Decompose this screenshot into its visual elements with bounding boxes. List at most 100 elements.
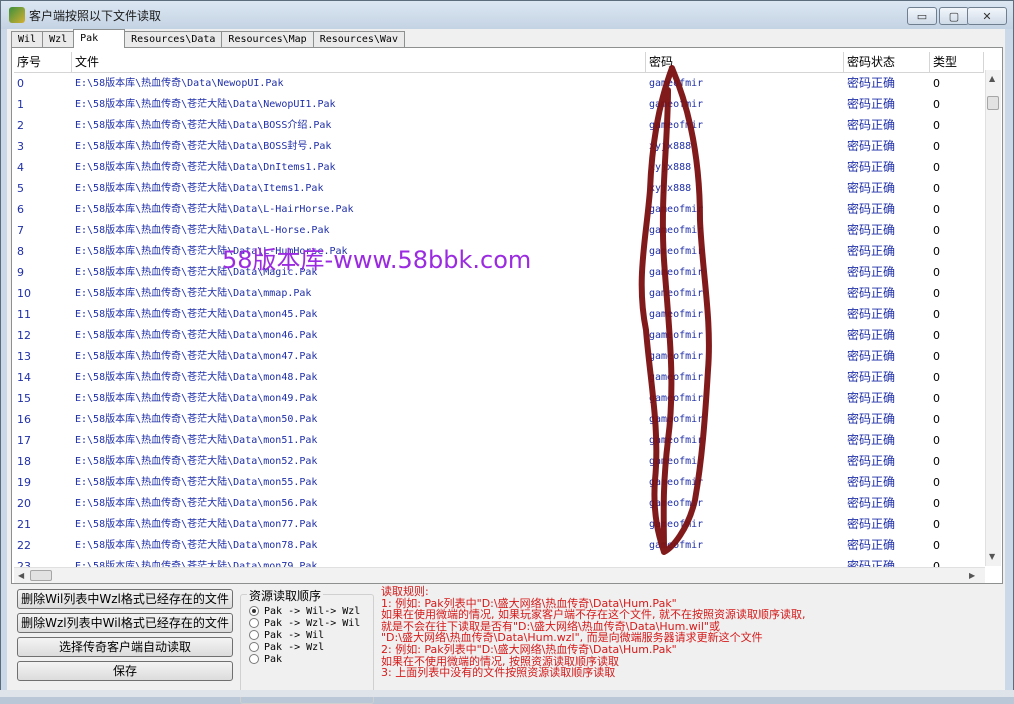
row-index: 7 (17, 224, 24, 237)
table-row[interactable]: 21 E:\58版本库\热血传奇\苍茫大陆\Data\mon77.Pak gameo… (14, 514, 984, 535)
table-row[interactable]: 4 E:\58版本库\热血传奇\苍茫大陆\Data\DnItems1.Pak xyj… (14, 157, 984, 178)
password-status-cell: 密码正确 (847, 517, 896, 531)
table-row[interactable]: 15 E:\58版本库\热血传奇\苍茫大陆\Data\mon49.Pak gameo… (14, 388, 984, 409)
file-path-cell: E:\58版本库\热血传奇\苍茫大陆\Data\mon51.Pak (75, 435, 318, 446)
horizontal-scroll-thumb[interactable] (30, 570, 52, 581)
table-row[interactable]: 16 E:\58版本库\热血传奇\苍茫大陆\Data\mon50.Pak gameo… (14, 409, 984, 430)
table-row[interactable]: 1 E:\58版本库\热血传奇\苍茫大陆\Data\NewopUI1.Pak gam… (14, 94, 984, 115)
read-order-option[interactable]: Pak -> Wil-> Wzl (249, 605, 360, 617)
file-path-cell: E:\58版本库\热血传奇\苍茫大陆\Data\BOSS介绍.Pak (75, 120, 332, 131)
password-cell: gameofmir (649, 204, 704, 215)
column-header[interactable]: 类型 (930, 52, 984, 72)
password-cell: gameofmir (649, 120, 704, 131)
tab-wzl[interactable]: Wzl (42, 31, 75, 47)
scroll-up-icon[interactable]: ▲ (989, 74, 995, 84)
save-button[interactable]: 保存 (17, 661, 233, 681)
table-row[interactable]: 22 E:\58版本库\热血传奇\苍茫大陆\Data\mon78.Pak gameo… (14, 535, 984, 556)
delete-wil-duplicates-button[interactable]: 删除Wil列表中Wzl格式已经存在的文件 (17, 589, 233, 609)
password-cell: gameofmir (649, 519, 704, 530)
table-row[interactable]: 11 E:\58版本库\热血传奇\苍茫大陆\Data\mon45.Pak gameo… (14, 304, 984, 325)
auto-read-client-button[interactable]: 选择传奇客户端自动读取 (17, 637, 233, 657)
vertical-scroll-thumb[interactable] (987, 96, 999, 110)
table-row[interactable]: 12 E:\58版本库\热血传奇\苍茫大陆\Data\mon46.Pak gameo… (14, 325, 984, 346)
read-order-option-label: Pak -> Wil-> Wzl (264, 605, 361, 617)
table-row[interactable]: 14 E:\58版本库\热血传奇\苍茫大陆\Data\mon48.Pak gameo… (14, 367, 984, 388)
read-order-title: 资源读取顺序 (247, 587, 324, 604)
file-path-cell: E:\58版本库\热血传奇\苍茫大陆\Data\mmap.Pak (75, 288, 312, 299)
password-status-cell: 密码正确 (847, 538, 896, 552)
password-status-cell: 密码正确 (847, 181, 896, 195)
maximize-button[interactable]: ▢ (939, 7, 969, 25)
table-row[interactable]: 0 E:\58版本库\热血传奇\Data\NewopUI.Pak gameofmir… (14, 73, 984, 94)
type-cell: 0 (933, 140, 940, 153)
tab-resources-map[interactable]: Resources\Map (221, 31, 314, 47)
note-line: 3: 上面列表中没有的文件按照资源读取顺序读取 (381, 666, 616, 680)
pak-file-list-panel: 序号 文件 密码 密码状态 类型 0 E:\58版本库\热血传奇\Data\NewopUI… (11, 47, 1003, 584)
read-order-option[interactable]: Pak -> Wzl (249, 641, 324, 653)
tab-resources-data[interactable]: Resources\Data (124, 31, 223, 47)
password-cell: gameofmir (649, 456, 704, 467)
radio-button[interactable] (249, 642, 259, 652)
file-path-cell: E:\58版本库\热血传奇\苍茫大陆\Data\L-HairHorse.Pak (75, 204, 354, 215)
table-row[interactable]: 19 E:\58版本库\热血传奇\苍茫大陆\Data\mon55.Pak gameo… (14, 472, 984, 493)
table-row[interactable]: 2 E:\58版本库\热血传奇\苍茫大陆\Data\BOSS介绍.Pak gameo… (14, 115, 984, 136)
table-row[interactable]: 20 E:\58版本库\热血传奇\苍茫大陆\Data\mon56.Pak gameo… (14, 493, 984, 514)
table-row[interactable]: 18 E:\58版本库\热血传奇\苍茫大陆\Data\mon52.Pak gameo… (14, 451, 984, 472)
radio-button[interactable] (249, 618, 259, 628)
password-status-cell: 密码正确 (847, 559, 896, 567)
type-cell: 0 (933, 392, 940, 405)
column-header[interactable]: 文件 (72, 52, 646, 72)
radio-button[interactable] (249, 654, 259, 664)
table-row[interactable]: 5 E:\58版本库\热血传奇\苍茫大陆\Data\Items1.Pak xyjx8… (14, 178, 984, 199)
password-status-cell: 密码正确 (847, 433, 896, 447)
column-header[interactable]: 密码状态 (844, 52, 930, 72)
type-cell: 0 (933, 287, 940, 300)
watermark-text: 58版本库-www.58bbk.com (222, 246, 532, 274)
row-index: 16 (17, 413, 31, 426)
file-path-cell: E:\58版本库\热血传奇\苍茫大陆\Data\mon48.Pak (75, 372, 318, 383)
read-order-option[interactable]: Pak (249, 653, 282, 665)
scroll-left-icon[interactable]: ◀ (18, 571, 24, 581)
type-cell: 0 (933, 413, 940, 426)
row-index: 19 (17, 476, 31, 489)
scroll-right-icon[interactable]: ▶ (969, 571, 975, 581)
scroll-down-icon[interactable]: ▼ (989, 552, 995, 562)
table-row[interactable]: 7 E:\58版本库\热血传奇\苍茫大陆\Data\L-Horse.Pak game… (14, 220, 984, 241)
tab-resources-wav[interactable]: Resources\Wav (312, 31, 405, 47)
read-rules-notes: 读取规则: 1: 例如: Pak列表中"D:\盛大网络\热血传奇\Data\Hum… (381, 586, 991, 679)
table-row[interactable]: 6 E:\58版本库\热血传奇\苍茫大陆\Data\L-HairHorse.Pak… (14, 199, 984, 220)
password-cell: gameofmir (649, 351, 704, 362)
password-status-cell: 密码正确 (847, 160, 896, 174)
table-row[interactable]: 3 E:\58版本库\热血传奇\苍茫大陆\Data\BOSS封号.Pak xyjx8… (14, 136, 984, 157)
table-row[interactable]: 17 E:\58版本库\热血传奇\苍茫大陆\Data\mon51.Pak gameo… (14, 430, 984, 451)
row-index: 6 (17, 203, 24, 216)
close-button[interactable]: ✕ (967, 7, 1007, 25)
table-row[interactable]: 23 E:\58版本库\热血传奇\苍茫大陆\Data\mon79.Pak 密码正确 0 (14, 556, 984, 567)
file-path-cell: E:\58版本库\热血传奇\苍茫大陆\Data\mon79.Pak (75, 561, 318, 567)
client-area: Wil Wzl Pak Resources\Data Resources\Map Reso… (7, 29, 1005, 704)
tab-pak[interactable]: Pak (73, 29, 126, 48)
minimize-button[interactable]: ▭ (907, 7, 937, 25)
password-status-cell: 密码正确 (847, 118, 896, 132)
column-header[interactable]: 序号 (14, 52, 72, 72)
read-order-option[interactable]: Pak -> Wil (249, 629, 324, 641)
file-path-cell: E:\58版本库\热血传奇\苍茫大陆\Data\mon45.Pak (75, 309, 318, 320)
row-index: 8 (17, 245, 24, 258)
column-header[interactable]: 密码 (646, 52, 844, 72)
radio-button[interactable] (249, 630, 259, 640)
file-path-cell: E:\58版本库\热血传奇\苍茫大陆\Data\mon77.Pak (75, 519, 318, 530)
password-status-cell: 密码正确 (847, 307, 896, 321)
tab-wil[interactable]: Wil (11, 31, 44, 47)
file-table-body[interactable]: 0 E:\58版本库\热血传奇\Data\NewopUI.Pak gameofmir… (14, 73, 984, 567)
row-index: 5 (17, 182, 24, 195)
vertical-scrollbar[interactable]: ▲ ▼ (985, 70, 1001, 566)
delete-wzl-duplicates-button[interactable]: 删除Wzl列表中Wil格式已经存在的文件 (17, 613, 233, 633)
radio-button[interactable] (249, 606, 259, 616)
read-order-option[interactable]: Pak -> Wzl-> Wil (249, 617, 360, 629)
note-line: 读取规则: (381, 585, 429, 598)
table-row[interactable]: 10 E:\58版本库\热血传奇\苍茫大陆\Data\mmap.Pak gameof… (14, 283, 984, 304)
title-bar[interactable]: 客户端按照以下文件读取 ▭ ▢ ✕ (1, 1, 1013, 29)
type-cell: 0 (933, 98, 940, 111)
table-row[interactable]: 13 E:\58版本库\热血传奇\苍茫大陆\Data\mon47.Pak gameo… (14, 346, 984, 367)
horizontal-scrollbar[interactable]: ◀ ▶ (14, 567, 985, 583)
